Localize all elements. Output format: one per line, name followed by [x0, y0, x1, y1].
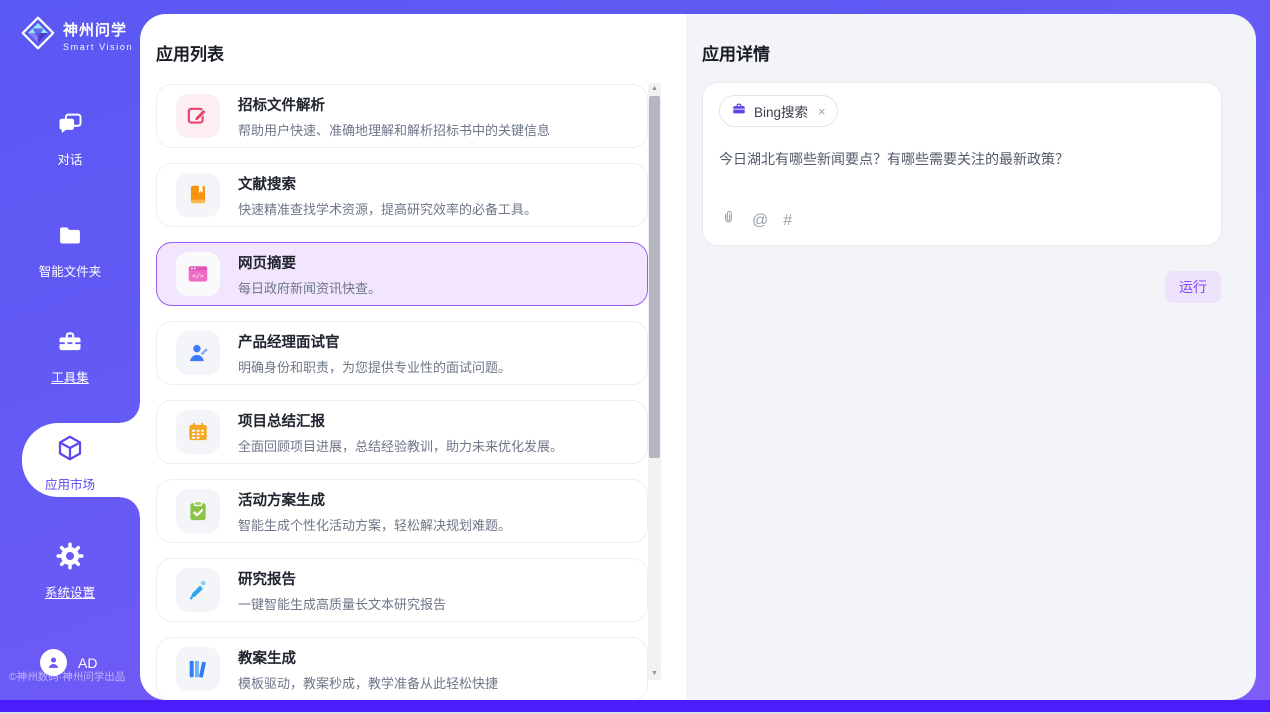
app-title: 产品经理面试官	[238, 331, 511, 352]
app-card-web-summary[interactable]: </> 网页摘要 每日政府新闻资讯快查。	[156, 242, 648, 306]
clipboard-check-icon	[176, 489, 220, 533]
calendar-icon	[176, 410, 220, 454]
app-card-event-plan[interactable]: 活动方案生成 智能生成个性化活动方案，轻松解决规划难题。	[156, 479, 648, 543]
toolbox-icon	[56, 343, 84, 360]
gear-icon	[55, 558, 85, 575]
app-title: 活动方案生成	[238, 489, 511, 510]
app-detail-title: 应用详情	[702, 40, 770, 65]
app-card-bid-parsing[interactable]: 招标文件解析 帮助用户快速、准确地理解和解析招标书中的关键信息	[156, 84, 648, 148]
app-card-project-summary[interactable]: 项目总结汇报 全面回顾项目进展，总结经验教训，助力未来优化发展。	[156, 400, 648, 464]
app-desc: 模板驱动，教案秒成，教学准备从此轻松快捷	[238, 673, 498, 692]
main-window: 应用列表 招标文件解析 帮助用户快速、准确地理解和解析招标书中的关键信息	[140, 14, 1256, 700]
app-title: 文献搜索	[238, 173, 537, 194]
copyright-text: ©神州数码·神州问学出品	[9, 669, 125, 684]
app-card-literature-search[interactable]: 文献搜索 快速精准查找学术资源，提高研究效率的必备工具。	[156, 163, 648, 227]
close-icon[interactable]: ×	[818, 104, 826, 119]
app-desc: 智能生成个性化活动方案，轻松解决规划难题。	[238, 515, 511, 534]
ink-pen-icon	[176, 568, 220, 612]
app-desc: 一键智能生成高质量长文本研究报告	[238, 594, 446, 613]
app-desc: 全面回顾项目进展，总结经验教训，助力未来优化发展。	[238, 436, 563, 455]
svg-text:</>: </>	[192, 272, 204, 280]
paperclip-icon[interactable]	[720, 209, 737, 232]
app-card-pm-interviewer[interactable]: 产品经理面试官 明确身份和职责，为您提供专业性的面试问题。	[156, 321, 648, 385]
briefcase-icon	[731, 101, 747, 122]
brand-name: 神州问学	[63, 19, 133, 40]
sidebar-item-smart-folder[interactable]: 智能文件夹	[0, 222, 140, 280]
hash-icon[interactable]: #	[783, 211, 792, 231]
tool-tag-bing-search[interactable]: Bing搜索 ×	[719, 95, 838, 127]
app-title: 教案生成	[238, 647, 498, 668]
sidebar: 神州问学 Smart Vision 对话 智能文件夹	[0, 0, 140, 700]
scroll-up-icon[interactable]: ▲	[648, 83, 661, 95]
browser-code-icon: </>	[176, 252, 220, 296]
app-list-scrollbar[interactable]: ▲ ▼	[648, 83, 661, 680]
app-card-research-report[interactable]: 研究报告 一键智能生成高质量长文本研究报告	[156, 558, 648, 622]
tool-tag-label: Bing搜索	[754, 101, 808, 121]
app-title: 网页摘要	[238, 252, 381, 273]
app-title: 项目总结汇报	[238, 410, 563, 431]
window-bottom-bar	[0, 700, 1270, 712]
app-list-title: 应用列表	[156, 40, 224, 65]
brand-subtitle: Smart Vision	[63, 42, 133, 52]
sidebar-item-label: 对话	[0, 149, 140, 168]
book-icon	[176, 173, 220, 217]
app-desc: 每日政府新闻资讯快查。	[238, 278, 381, 297]
app-detail-panel: 应用详情 Bing搜索 × 今日湖北有哪些新闻要点？有哪些需要关注的最新政策？	[686, 14, 1256, 700]
sidebar-item-label: 智能文件夹	[0, 261, 140, 280]
sidebar-item-label: 应用市场	[0, 474, 140, 493]
sidebar-item-chat[interactable]: 对话	[0, 110, 140, 168]
folder-icon	[56, 237, 84, 254]
scroll-down-icon[interactable]: ▼	[648, 668, 661, 680]
query-card: Bing搜索 × 今日湖北有哪些新闻要点？有哪些需要关注的最新政策？ @ #	[702, 82, 1222, 246]
person-icon	[176, 331, 220, 375]
books-icon	[176, 647, 220, 691]
app-desc: 快速精准查找学术资源，提高研究效率的必备工具。	[238, 199, 537, 218]
attachment-toolbar: @ #	[720, 209, 792, 232]
app-list-panel: 应用列表 招标文件解析 帮助用户快速、准确地理解和解析招标书中的关键信息	[140, 14, 686, 700]
cube-icon	[55, 450, 85, 467]
mention-icon[interactable]: @	[752, 211, 768, 231]
brand-diamond-icon	[20, 15, 56, 56]
sidebar-item-label: 工具集	[0, 367, 140, 386]
sidebar-item-settings[interactable]: 系统设置	[0, 541, 140, 601]
sidebar-item-toolset[interactable]: 工具集	[0, 328, 140, 386]
run-button[interactable]: 运行	[1165, 271, 1221, 303]
chat-icon	[56, 125, 84, 142]
app-desc: 明确身份和职责，为您提供专业性的面试问题。	[238, 357, 511, 376]
app-cards: 招标文件解析 帮助用户快速、准确地理解和解析招标书中的关键信息 文献搜索 快速精…	[156, 84, 648, 700]
brand-logo: 神州问学 Smart Vision	[20, 15, 133, 56]
app-card-lesson-plan[interactable]: 教案生成 模板驱动，教案秒成，教学准备从此轻松快捷	[156, 637, 648, 700]
app-title: 招标文件解析	[238, 94, 550, 115]
sidebar-item-label: 系统设置	[0, 582, 140, 601]
query-input[interactable]: 今日湖北有哪些新闻要点？有哪些需要关注的最新政策？	[719, 149, 1205, 170]
sidebar-item-app-market[interactable]: 应用市场	[0, 433, 140, 493]
scrollbar-thumb[interactable]	[649, 96, 660, 458]
pen-square-icon	[176, 94, 220, 138]
app-desc: 帮助用户快速、准确地理解和解析招标书中的关键信息	[238, 120, 550, 139]
app-title: 研究报告	[238, 568, 446, 589]
